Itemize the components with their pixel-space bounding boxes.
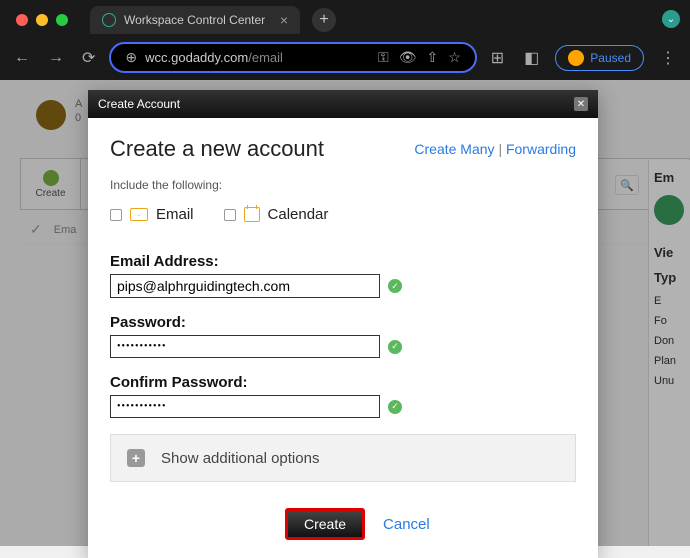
tab-title: Workspace Control Center xyxy=(124,13,265,27)
nav-back-icon[interactable]: ← xyxy=(10,45,34,71)
address-bar[interactable]: ⊕ wcc.godaddy.com/email ⚿ 👁 ⇧ ☆ xyxy=(109,42,476,73)
create-button[interactable]: Create xyxy=(285,508,365,540)
nav-reload-icon[interactable]: ⟳ xyxy=(78,44,99,72)
email-address-input[interactable] xyxy=(110,274,380,298)
email-address-label: Email Address: xyxy=(110,253,576,270)
window-close[interactable] xyxy=(16,14,28,26)
calendar-checkbox[interactable] xyxy=(224,209,236,221)
url-host: wcc.godaddy.com xyxy=(145,50,248,65)
profile-avatar-icon xyxy=(568,50,584,66)
window-maximize[interactable] xyxy=(56,14,68,26)
valid-check-icon: ✓ xyxy=(388,340,402,354)
show-additional-options[interactable]: + Show additional options xyxy=(110,434,576,482)
nav-forward-icon[interactable]: → xyxy=(44,45,68,71)
key-icon[interactable]: ⚿ xyxy=(378,49,389,66)
browser-tab[interactable]: Workspace Control Center × xyxy=(90,6,300,34)
create-account-modal: Create Account ✕ Create a new account Cr… xyxy=(88,90,598,558)
share-icon[interactable]: ⇧ xyxy=(426,49,438,66)
email-checkbox[interactable] xyxy=(110,209,122,221)
forwarding-link[interactable]: Forwarding xyxy=(506,141,576,157)
valid-check-icon: ✓ xyxy=(388,400,402,414)
create-many-link[interactable]: Create Many xyxy=(414,141,494,157)
url-path: /email xyxy=(248,50,283,65)
valid-check-icon: ✓ xyxy=(388,279,402,293)
confirm-password-input[interactable] xyxy=(110,395,380,418)
modal-header-title: Create Account xyxy=(98,97,180,111)
email-checkbox-label: Email xyxy=(156,206,194,223)
password-label: Password: xyxy=(110,314,576,331)
calendar-icon xyxy=(244,207,260,222)
extensions-icon[interactable]: ⊞ xyxy=(487,44,508,72)
confirm-password-label: Confirm Password: xyxy=(110,374,576,391)
modal-close-button[interactable]: ✕ xyxy=(574,97,588,111)
include-label: Include the following: xyxy=(110,178,576,192)
plus-icon: + xyxy=(127,449,145,467)
tab-close-icon[interactable]: × xyxy=(280,12,288,28)
window-minimize[interactable] xyxy=(36,14,48,26)
cancel-button[interactable]: Cancel xyxy=(383,516,430,533)
site-favicon xyxy=(102,13,116,27)
eye-off-icon[interactable]: 👁 xyxy=(399,49,417,66)
separator: | xyxy=(498,141,506,157)
mail-icon xyxy=(130,208,148,221)
site-info-icon[interactable]: ⊕ xyxy=(125,49,137,66)
browser-menu-icon[interactable]: ⋮ xyxy=(656,44,680,72)
browser-menu-dropdown[interactable]: ⌄ xyxy=(662,10,680,28)
profile-paused-button[interactable]: Paused xyxy=(555,45,644,71)
modal-title: Create a new account xyxy=(110,136,324,162)
side-panel-icon[interactable]: ◧ xyxy=(520,44,543,72)
password-input[interactable] xyxy=(110,335,380,358)
additional-options-label: Show additional options xyxy=(161,450,319,467)
new-tab-button[interactable]: + xyxy=(312,8,336,32)
paused-label: Paused xyxy=(590,51,631,65)
star-icon[interactable]: ☆ xyxy=(448,49,461,66)
calendar-checkbox-label: Calendar xyxy=(268,206,329,223)
